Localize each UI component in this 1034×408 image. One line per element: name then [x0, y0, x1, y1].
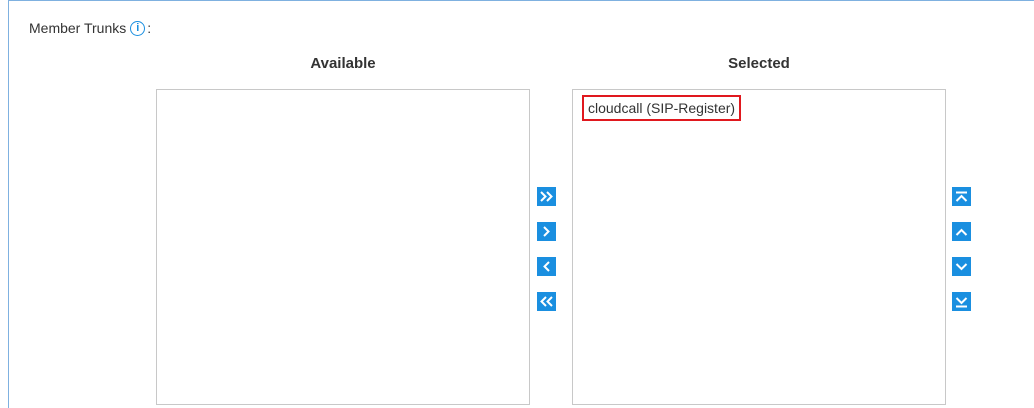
available-list[interactable]: [156, 89, 530, 405]
chevron-down-icon: [955, 262, 968, 270]
chevron-right-icon: [543, 226, 550, 237]
move-bottom-button[interactable]: [952, 292, 971, 311]
move-down-button[interactable]: [952, 257, 971, 276]
member-trunks-label-text: Member Trunks: [29, 20, 127, 36]
panel-border: [8, 0, 9, 408]
selected-heading: Selected: [728, 55, 790, 72]
double-chevron-left-icon: [540, 296, 553, 307]
move-all-left-button[interactable]: [537, 292, 556, 311]
move-top-button[interactable]: [952, 187, 971, 206]
double-chevron-right-icon: [540, 191, 553, 202]
move-up-button[interactable]: [952, 222, 971, 241]
chevron-up-icon: [955, 228, 968, 236]
move-right-button[interactable]: [537, 222, 556, 241]
chevron-left-icon: [543, 261, 550, 272]
move-to-bottom-icon: [955, 296, 968, 307]
member-trunks-label: Member Trunks i :: [29, 20, 151, 36]
move-all-right-button[interactable]: [537, 187, 556, 206]
selected-list-item[interactable]: cloudcall (SIP-Register): [582, 95, 742, 121]
available-heading: Available: [310, 55, 376, 72]
move-to-top-icon: [955, 191, 968, 202]
move-left-button[interactable]: [537, 257, 556, 276]
panel-border-top: [8, 0, 1034, 1]
label-colon: :: [147, 20, 152, 36]
selected-list[interactable]: cloudcall (SIP-Register): [572, 89, 946, 405]
info-icon[interactable]: i: [130, 20, 146, 36]
